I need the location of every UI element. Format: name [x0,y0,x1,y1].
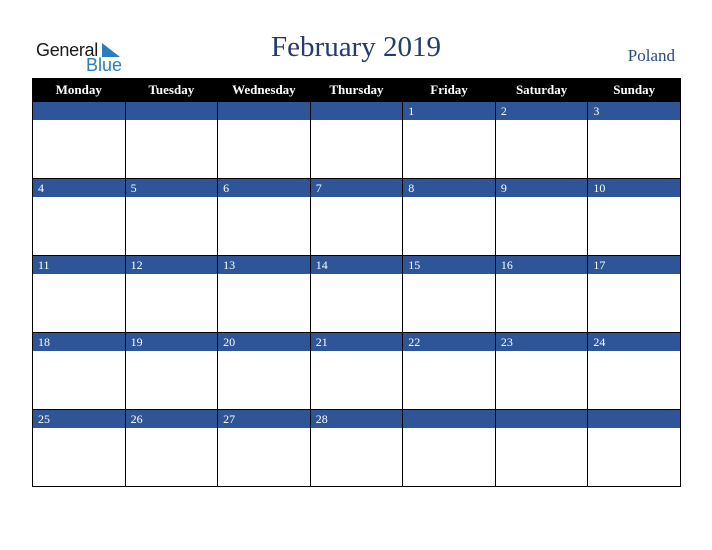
day-number: 23 [495,333,588,351]
day-cell[interactable]: 22 [402,332,496,410]
day-number: 10 [588,179,680,197]
weekday-header: Saturday [494,78,589,102]
weekday-header: Friday [402,78,496,102]
weekday-header: Tuesday [124,78,219,102]
day-number: 18 [33,333,125,351]
day-cell[interactable]: 19 [124,332,219,410]
day-cell[interactable]: 15 [402,255,496,333]
day-number: 2 [495,102,588,120]
day-number [310,102,403,120]
day-number: 3 [588,102,680,120]
day-cell[interactable]: 28 [309,409,404,487]
day-cell[interactable] [494,409,589,487]
day-cell[interactable]: 27 [217,409,311,487]
day-number: 20 [218,333,310,351]
day-cell[interactable]: 21 [309,332,404,410]
day-cell[interactable] [217,101,311,179]
day-number: 24 [588,333,680,351]
day-cell[interactable]: 20 [217,332,311,410]
day-number [33,102,125,120]
week-row: 18 19 20 21 22 23 24 [32,332,681,410]
day-cell[interactable]: 2 [494,101,589,179]
day-cell[interactable]: 4 [32,178,126,256]
weekday-header-row: Monday Tuesday Wednesday Thursday Friday… [32,78,681,102]
day-cell[interactable]: 9 [494,178,589,256]
week-row: 25 26 27 28 [32,409,681,487]
day-cell[interactable]: 25 [32,409,126,487]
day-number: 16 [495,256,588,274]
calendar-title: February 2019 [271,31,441,63]
weekday-header: Monday [32,78,126,102]
day-cell[interactable] [587,409,681,487]
day-number [125,102,218,120]
day-number: 7 [310,179,403,197]
day-cell[interactable]: 18 [32,332,126,410]
day-number: 13 [218,256,310,274]
day-number: 12 [125,256,218,274]
day-number [403,410,495,428]
weekday-header: Wednesday [217,78,311,102]
day-number: 22 [403,333,495,351]
day-cell[interactable]: 7 [309,178,404,256]
day-cell[interactable]: 16 [494,255,589,333]
day-cell[interactable] [402,409,496,487]
day-cell[interactable]: 10 [587,178,681,256]
day-cell[interactable]: 3 [587,101,681,179]
day-number [588,410,680,428]
day-cell[interactable]: 13 [217,255,311,333]
day-number: 4 [33,179,125,197]
day-cell[interactable]: 12 [124,255,219,333]
day-number: 14 [310,256,403,274]
calendar-grid: Monday Tuesday Wednesday Thursday Friday… [32,78,681,487]
day-number: 5 [125,179,218,197]
day-cell[interactable]: 5 [124,178,219,256]
day-cell[interactable] [124,101,219,179]
day-number: 9 [495,179,588,197]
day-cell[interactable] [32,101,126,179]
day-number: 8 [403,179,495,197]
day-cell[interactable] [309,101,404,179]
week-row: 11 12 13 14 15 16 17 [32,255,681,333]
day-number: 27 [218,410,310,428]
day-cell[interactable]: 23 [494,332,589,410]
day-number: 15 [403,256,495,274]
day-cell[interactable]: 26 [124,409,219,487]
day-number: 6 [218,179,310,197]
day-number: 26 [125,410,218,428]
week-row: 4 5 6 7 8 9 10 [32,178,681,256]
day-number [495,410,588,428]
day-cell[interactable]: 8 [402,178,496,256]
week-row: 123 [32,101,681,179]
day-number: 25 [33,410,125,428]
day-cell[interactable]: 24 [587,332,681,410]
day-number: 17 [588,256,680,274]
day-number: 11 [33,256,125,274]
day-number: 19 [125,333,218,351]
weekday-header: Thursday [309,78,404,102]
country-label: Poland [627,46,675,65]
weekday-header: Sunday [587,78,681,102]
day-cell[interactable]: 6 [217,178,311,256]
day-cell[interactable]: 17 [587,255,681,333]
day-number [218,102,310,120]
day-cell[interactable]: 1 [402,101,496,179]
day-cell[interactable]: 11 [32,255,126,333]
day-number: 1 [403,102,495,120]
day-number: 21 [310,333,403,351]
day-number: 28 [310,410,403,428]
day-cell[interactable]: 14 [309,255,404,333]
